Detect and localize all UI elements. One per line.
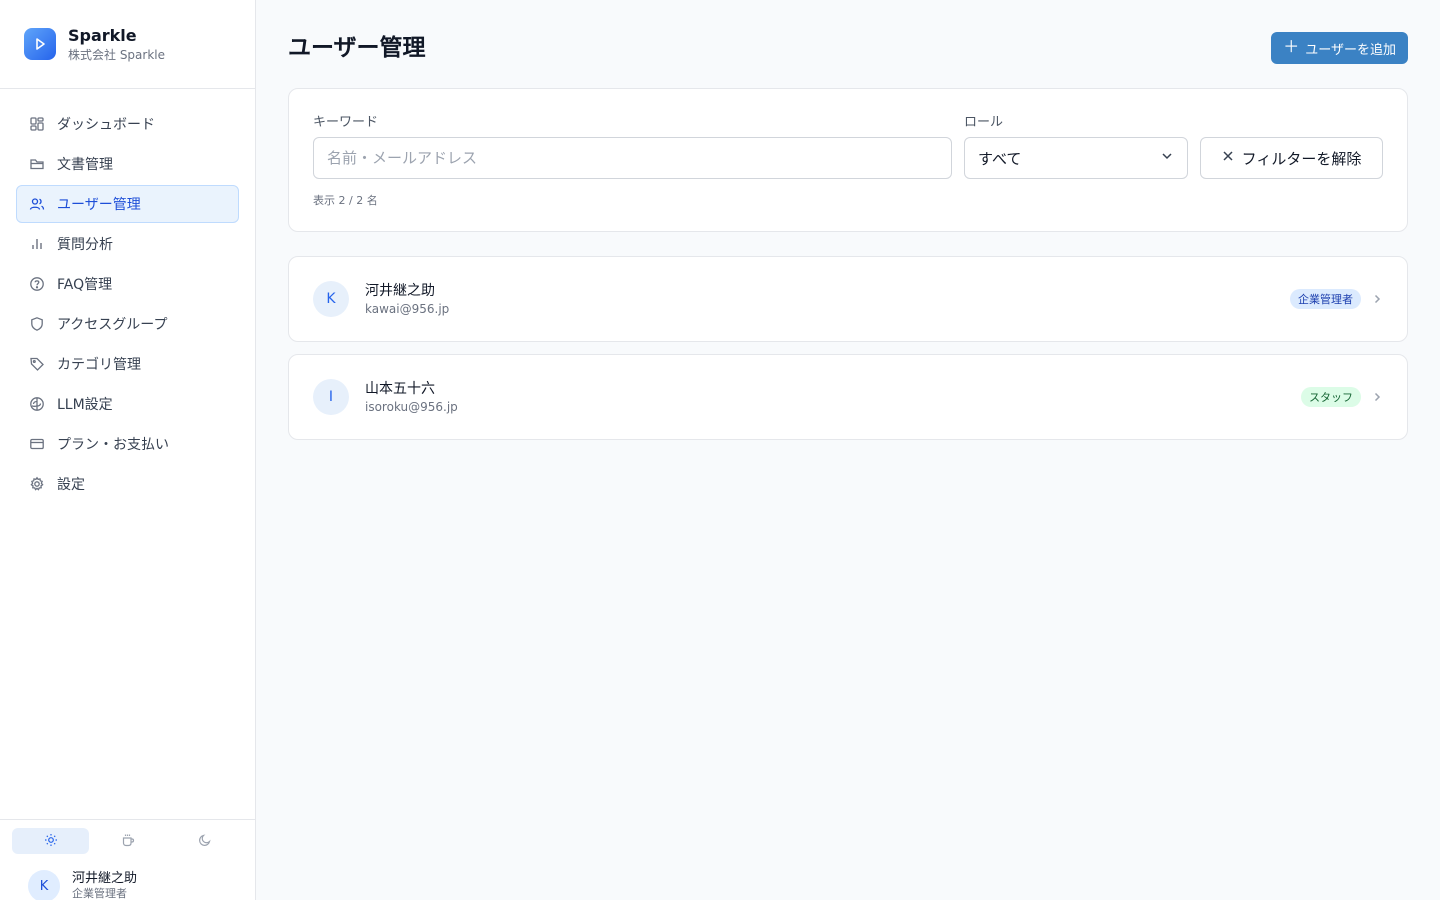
sidebar-item-label: ダッシュボード xyxy=(57,117,155,133)
filter-panel: キーワード ロール すべて フィルターを解除 表示 2 / 2 名 xyxy=(288,88,1408,232)
brand-org: 株式会社 Sparkle xyxy=(68,47,166,62)
chevron-down-icon xyxy=(1160,149,1174,167)
sidebar-item-faq[interactable]: FAQ管理 xyxy=(16,265,239,303)
users-icon xyxy=(29,196,45,212)
clear-filter-button[interactable]: フィルターを解除 xyxy=(1200,137,1383,179)
sidebar-footer: K 河井継之助 企業管理者 xyxy=(0,819,255,900)
folder-icon xyxy=(29,156,45,172)
tag-icon xyxy=(29,356,45,372)
user-name: 河井継之助 xyxy=(365,282,435,299)
sidebar-item-label: ユーザー管理 xyxy=(57,197,141,213)
keyword-search-input[interactable] xyxy=(313,137,952,179)
sidebar-item-label: プラン・お支払い xyxy=(57,437,169,453)
sidebar: Sparkle 株式会社 Sparkle ダッシュボード 文書管理 ユーザー管理… xyxy=(0,0,256,900)
role-badge: 企業管理者 xyxy=(1290,289,1361,309)
theme-switcher xyxy=(0,820,255,854)
shield-icon xyxy=(29,316,45,332)
bar-chart-icon xyxy=(29,236,45,252)
sidebar-item-settings[interactable]: 設定 xyxy=(16,465,239,503)
clear-filter-label: フィルターを解除 xyxy=(1241,150,1362,168)
current-user-name: 河井継之助 xyxy=(72,871,138,886)
avatar: K xyxy=(28,870,60,900)
avatar: I xyxy=(313,379,349,415)
brand-name: Sparkle xyxy=(68,25,137,45)
sidebar-item-documents[interactable]: 文書管理 xyxy=(16,145,239,183)
sidebar-item-label: 設定 xyxy=(57,477,85,493)
user-list-item[interactable]: I 山本五十六 isoroku@956.jp スタッフ xyxy=(288,354,1408,440)
sidebar-item-users[interactable]: ユーザー管理 xyxy=(16,185,239,223)
add-user-button-label: ユーザーを追加 xyxy=(1305,41,1396,57)
add-user-button[interactable]: ＋ ユーザーを追加 xyxy=(1271,32,1408,64)
user-name: 山本五十六 xyxy=(365,380,435,397)
coffee-icon xyxy=(121,832,135,851)
sidebar-nav: ダッシュボード 文書管理 ユーザー管理 質問分析 FAQ管理 アクセスグループ … xyxy=(0,89,255,503)
sidebar-item-billing[interactable]: プラン・お支払い xyxy=(16,425,239,463)
sidebar-item-categories[interactable]: カテゴリ管理 xyxy=(16,345,239,383)
sidebar-item-label: LLM設定 xyxy=(57,397,113,413)
theme-light-button[interactable] xyxy=(12,828,89,854)
main-content: ユーザー管理 ＋ ユーザーを追加 キーワード ロール すべて フィルターを解除 … xyxy=(256,0,1440,900)
credit-card-icon xyxy=(29,436,45,452)
theme-warm-button[interactable] xyxy=(89,828,166,854)
grid-icon xyxy=(29,116,45,132)
sidebar-item-label: FAQ管理 xyxy=(57,277,113,293)
chevron-right-icon xyxy=(1371,293,1383,305)
sidebar-item-llm-settings[interactable]: LLM設定 xyxy=(16,385,239,423)
sidebar-item-label: 質問分析 xyxy=(57,237,113,253)
role-badge: スタッフ xyxy=(1301,387,1361,407)
sidebar-item-label: カテゴリ管理 xyxy=(57,357,141,373)
gear-icon xyxy=(29,476,45,492)
page-title: ユーザー管理 xyxy=(288,35,426,61)
role-select-value: すべて xyxy=(978,149,1022,168)
current-user-role: 企業管理者 xyxy=(72,887,127,900)
current-user[interactable]: K 河井継之助 企業管理者 xyxy=(0,854,255,900)
play-icon xyxy=(24,28,56,60)
sidebar-item-access-groups[interactable]: アクセスグループ xyxy=(16,305,239,343)
user-list-item[interactable]: K 河井継之助 kawai@956.jp 企業管理者 xyxy=(288,256,1408,342)
keyword-label: キーワード xyxy=(313,115,379,130)
plus-icon: ＋ xyxy=(1283,39,1300,56)
theme-dark-button[interactable] xyxy=(166,828,243,854)
result-count: 表示 2 / 2 名 xyxy=(313,194,378,207)
sidebar-item-question-analysis[interactable]: 質問分析 xyxy=(16,225,239,263)
help-circle-icon xyxy=(29,276,45,292)
sidebar-item-label: アクセスグループ xyxy=(57,317,168,333)
user-email: isoroku@956.jp xyxy=(365,399,458,414)
close-icon xyxy=(1222,149,1234,167)
role-select[interactable]: すべて xyxy=(964,137,1188,179)
sun-icon xyxy=(44,832,58,851)
role-label: ロール xyxy=(964,115,1004,130)
user-email: kawai@956.jp xyxy=(365,301,450,316)
sidebar-item-label: 文書管理 xyxy=(57,157,113,173)
chevron-right-icon xyxy=(1371,391,1383,403)
avatar: K xyxy=(313,281,349,317)
brain-icon xyxy=(29,396,45,412)
moon-icon xyxy=(198,832,212,851)
sidebar-item-dashboard[interactable]: ダッシュボード xyxy=(16,105,239,143)
brand-header: Sparkle 株式会社 Sparkle xyxy=(0,0,255,89)
